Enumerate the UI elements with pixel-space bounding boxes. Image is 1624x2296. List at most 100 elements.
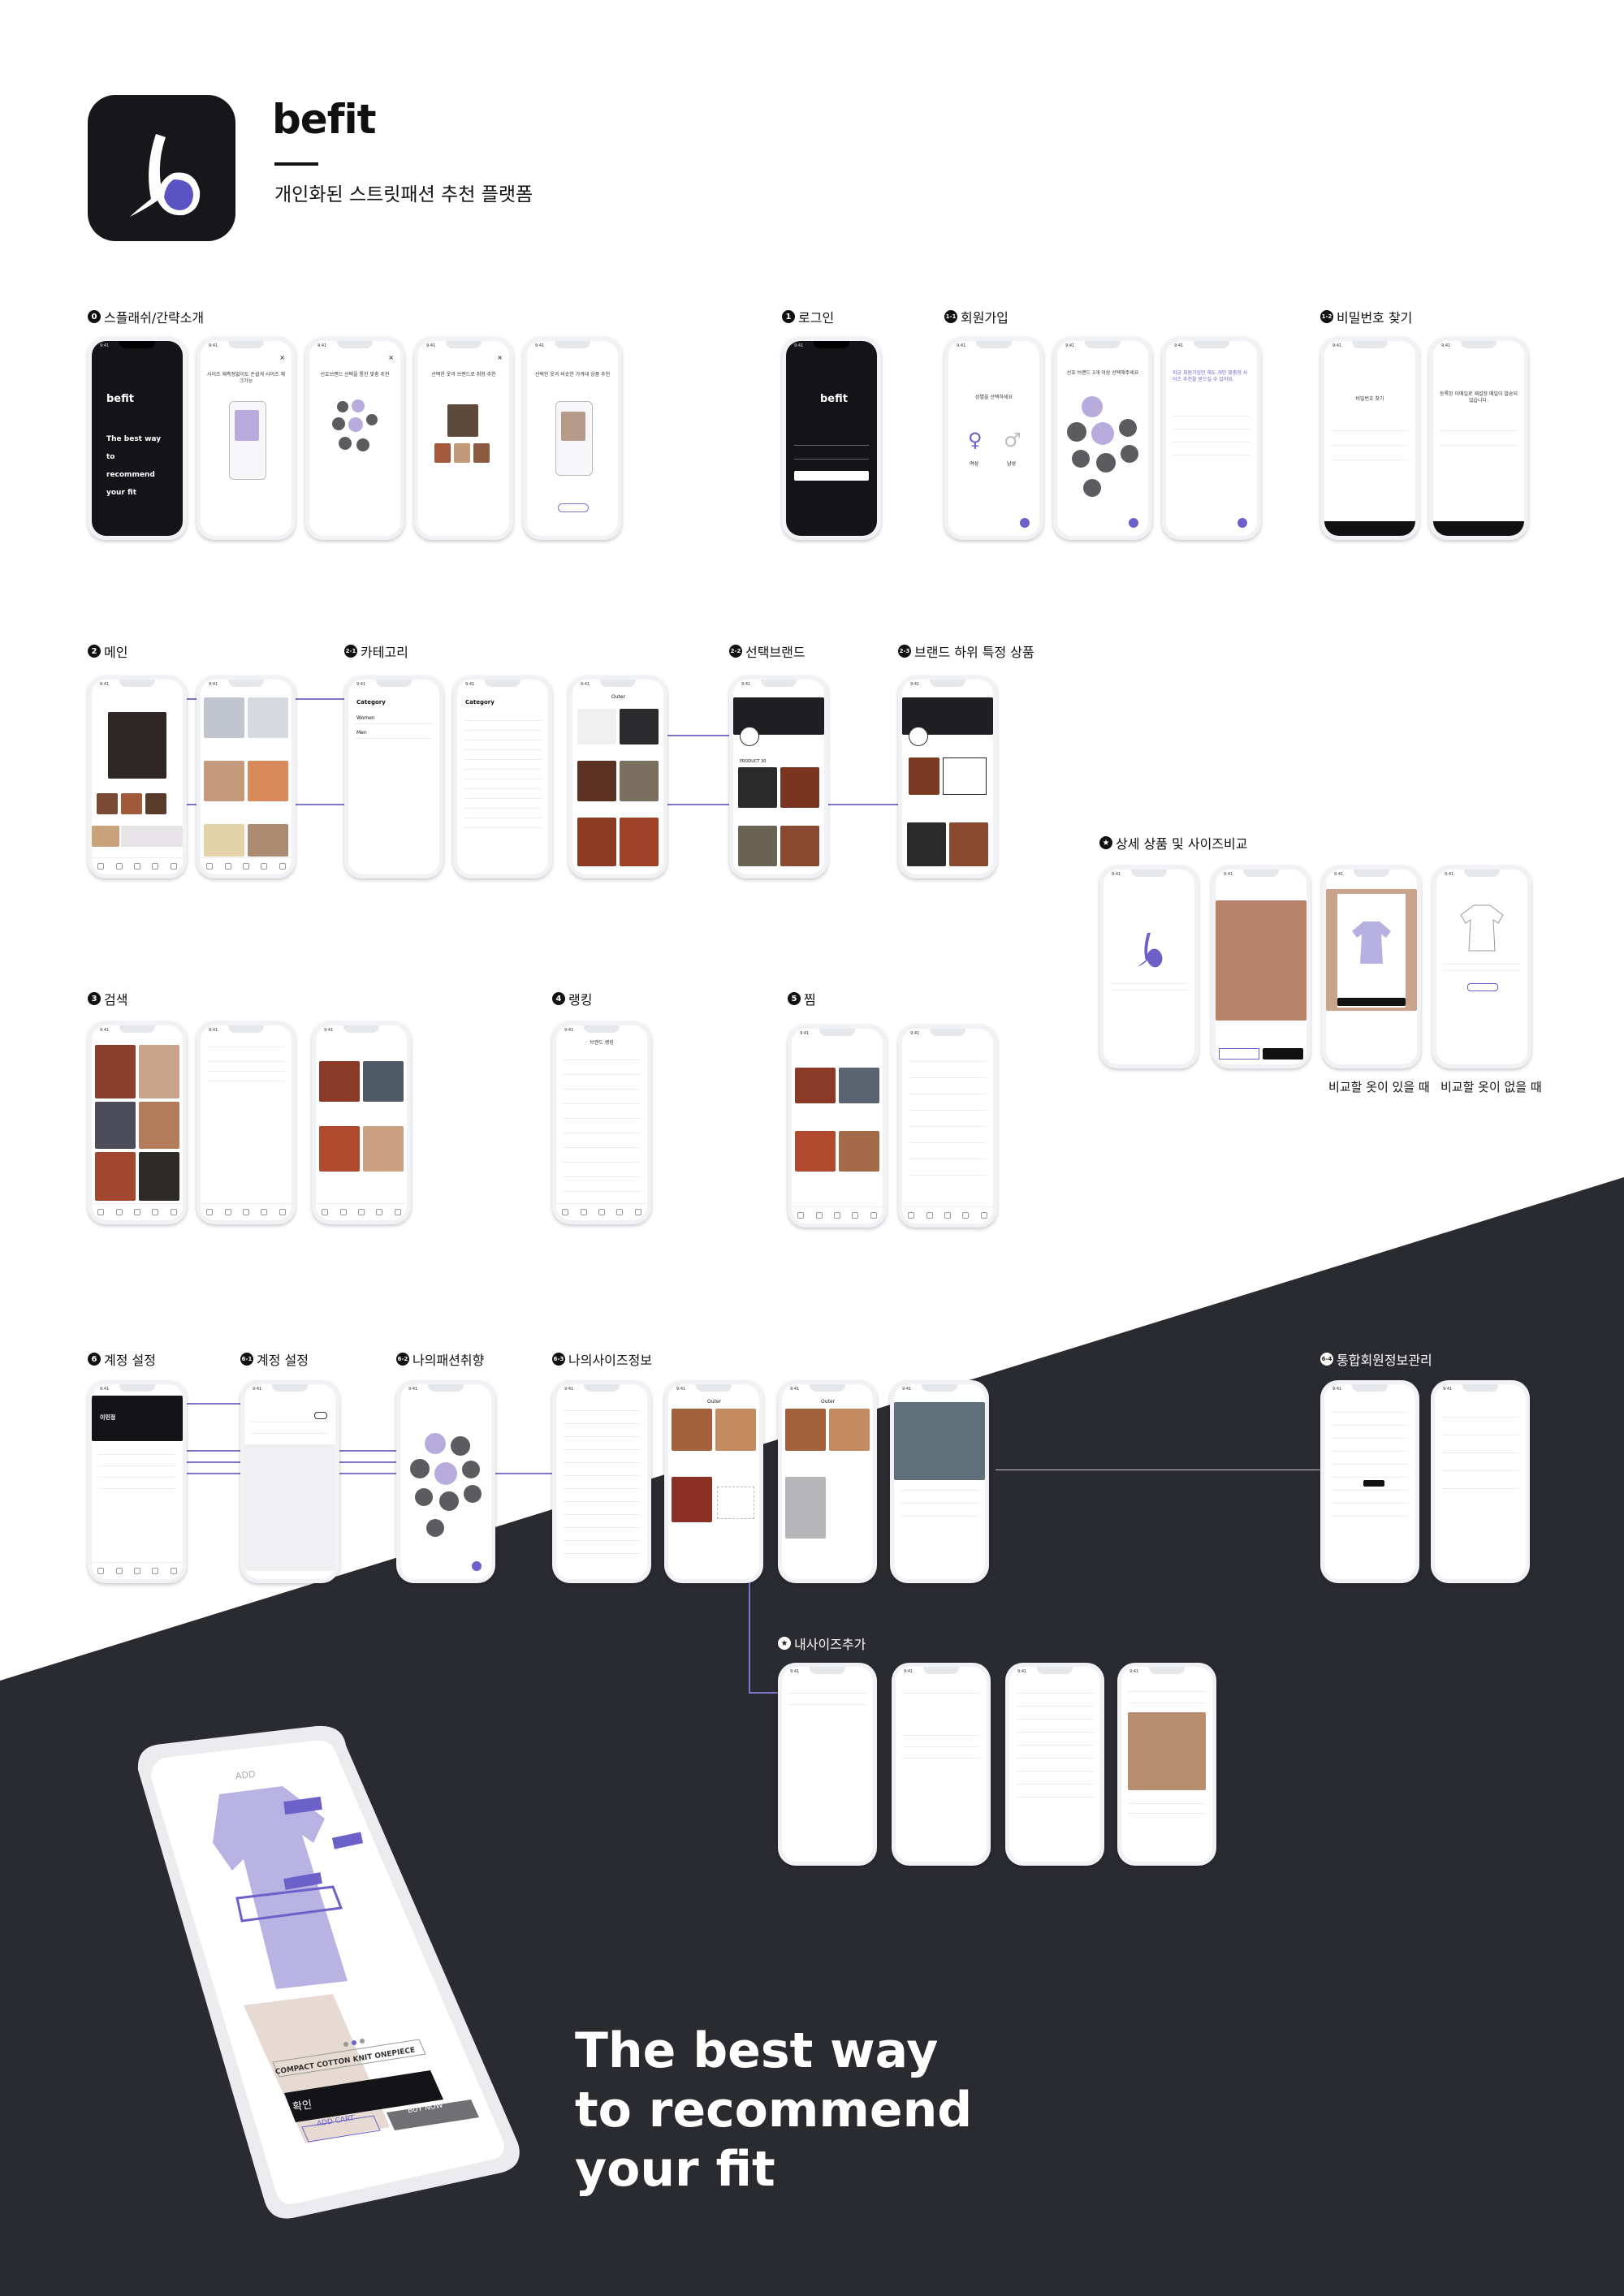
splash-logo: befit: [106, 393, 134, 405]
intro-text-3: 선택한 옷과 브랜드로 취향 추천: [431, 372, 496, 378]
section-like: 5찜: [788, 989, 816, 1008]
next-button[interactable]: [1237, 518, 1247, 528]
close-icon[interactable]: ×: [279, 354, 285, 361]
find-pw-message: 등록된 이메일로 재설정 메일이 발송되었습니다.: [1440, 391, 1518, 404]
mini-phone: [229, 401, 266, 480]
section-find-password: 1-2 비밀번호 찾기: [1320, 310, 1413, 326]
intro-text-4: 선택한 옷과 비슷한 가격대 상품 추천: [534, 372, 611, 378]
phone-intro-3: 9:41 × 선택한 옷과 브랜드로 취향 추천: [414, 337, 513, 540]
phone-add-size-2: 9:41: [892, 1663, 991, 1866]
confirm-button[interactable]: [1433, 521, 1524, 536]
next-button[interactable]: [1129, 518, 1138, 528]
phone-like-2: 9:41: [898, 1025, 997, 1228]
close-icon[interactable]: ×: [388, 354, 394, 361]
login-logo: befit: [820, 393, 848, 405]
phone-outer: 9:41 Outer: [568, 675, 667, 878]
confirm-button[interactable]: [1324, 521, 1415, 536]
caption-without-compare: 비교할 옷이 없을 때: [1440, 1080, 1542, 1094]
section-mysize: 6-3 나의사이즈정보: [552, 1353, 653, 1368]
phone-member-2: 9:41: [1431, 1380, 1530, 1583]
brand-subtitle: 개인화된 스트릿패션 추천 플랫폼: [274, 184, 533, 205]
phone-intro-1: 9:41 × 사이즈 재측정없이도 손쉽게 사이즈 체크가능: [197, 337, 296, 540]
intro-text-1: 사이즈 재측정없이도 손쉽게 사이즈 체크가능: [207, 372, 285, 384]
male-icon[interactable]: ♂: [1004, 429, 1021, 451]
phone-mysize-list: 9:41: [552, 1380, 651, 1583]
start-button[interactable]: [558, 503, 589, 512]
section-splash: 0 스플래쉬/간략소개: [88, 307, 204, 326]
brand-name: befit: [272, 96, 376, 143]
add-cart-button[interactable]: [1219, 1048, 1259, 1060]
phone-detail-product: 9:41: [1212, 865, 1311, 1068]
phone-account: 9:41 이민정: [88, 1380, 187, 1583]
phone-intro-2: 9:41 × 선호브랜드 선택을 통한 맞춤 추천: [305, 337, 404, 540]
section-add-size: ★ 내사이즈추가: [778, 1634, 866, 1653]
section-search: 3 검색: [88, 989, 127, 1008]
phone-member-1: 9:41: [1320, 1380, 1419, 1583]
toggle-switch[interactable]: [314, 1412, 327, 1419]
phone-signup-gender: 9:41 성별을 선택하세요 ♀ ♂ 여성 남성: [944, 337, 1043, 540]
section-main: 2 메인: [88, 641, 127, 661]
phone-add-size-1: 9:41: [778, 1663, 877, 1866]
section-signup: 1-1 회원가입: [944, 310, 1009, 326]
phone-login: 9:41 befit: [782, 337, 881, 540]
section-brand: 2-2 선택브랜드: [729, 645, 806, 660]
caption-with-compare: 비교할 옷이 있을 때: [1328, 1080, 1430, 1094]
phone-main-1: 9:41: [88, 675, 187, 878]
hero-phone: 확인 COMPACT COTTON KNIT ONEPIECE ADD CART…: [122, 1721, 552, 2225]
close-icon[interactable]: ×: [497, 354, 503, 361]
next-button[interactable]: [472, 1561, 482, 1571]
section-brand-item: 2-3 브랜드 하위 특정 상품: [898, 645, 1034, 660]
phone-search-1: 9:41: [88, 1021, 187, 1224]
phone-category-2: 9:41 Category: [453, 675, 552, 878]
account-name: 이민정: [100, 1414, 116, 1421]
phone-find-password: 9:41 비밀번호 찾기: [1320, 337, 1419, 540]
phone-brand-item: 9:41: [898, 675, 997, 878]
section-account: 6 계정 설정: [88, 1349, 156, 1369]
confirm-button[interactable]: [1337, 998, 1406, 1006]
phone-add-size-4: 9:41: [1117, 1663, 1216, 1866]
login-button[interactable]: [794, 471, 869, 481]
befit-logo-icon: [1138, 933, 1163, 968]
section-taste: 6-2 나의패션취향: [396, 1353, 485, 1368]
phone-search-3: 9:41: [312, 1021, 411, 1224]
phone-signup-brand: 9:41 선호 브랜드 3개 이상 선택해주세요: [1053, 337, 1152, 540]
section-ranking: 4 랭킹: [552, 989, 592, 1008]
phone-mysize-detail: 9:41: [890, 1380, 989, 1583]
section-member: 6-4 통합회원정보관리: [1320, 1353, 1432, 1368]
tagline-line-1: The best way: [575, 2022, 939, 2079]
phone-main-2: 9:41: [197, 675, 296, 878]
phone-like-1: 9:41: [788, 1025, 887, 1228]
phone-signup-info: 9:41 지금 회원가입만 해도 개인 맞춤형 사이즈 추천을 받으실 수 있어…: [1162, 337, 1261, 540]
gender-title: 성별을 선택하세요: [974, 395, 1013, 400]
phone-mysize-outer-1: 9:41 Outer: [664, 1380, 763, 1583]
section-login: 1 로그인: [782, 307, 834, 326]
intro-text-2: 선호브랜드 선택을 통한 맞춤 추천: [320, 372, 390, 378]
hero-confirm-label[interactable]: 확인: [292, 2095, 313, 2114]
section-account-2: 6-1 계정 설정: [240, 1353, 309, 1368]
tagline-line-2: to recommend: [575, 2082, 973, 2138]
phone-intro-4: 9:41 선택한 옷과 비슷한 가격대 상품 추천: [523, 337, 622, 540]
female-icon[interactable]: ♀: [968, 429, 983, 451]
buy-now-button[interactable]: [1263, 1048, 1303, 1060]
phone-mysize-outer-2: 9:41 Outer: [778, 1380, 877, 1583]
tagline-line-3: your fit: [575, 2141, 775, 2198]
phone-find-password-sent: 9:41 등록된 이메일로 재설정 메일이 발송되었습니다.: [1429, 337, 1528, 540]
next-button[interactable]: [1020, 518, 1030, 528]
phone-splash: 9:41 befit The best way to recommend you…: [88, 337, 187, 540]
category-men[interactable]: Men: [356, 730, 367, 736]
phone-account-2: 9:41: [240, 1380, 339, 1583]
phone-size-compare-without: 9:41: [1432, 865, 1531, 1068]
find-pw-title: 비밀번호 찾기: [1355, 396, 1384, 402]
phone-taste: 9:41: [396, 1380, 495, 1583]
outer-title: Outer: [611, 694, 626, 700]
category-women[interactable]: Women: [356, 715, 375, 721]
phone-size-compare-with: 9:41: [1322, 865, 1421, 1068]
phone-search-2: 9:41: [197, 1021, 296, 1224]
phone-add-size-3: 9:41: [1005, 1663, 1104, 1866]
phone-category-1: 9:41 Category Women Men: [344, 675, 443, 878]
section-detail: ★ 상세 상품 및 사이즈비교: [1099, 833, 1247, 852]
phone-brand: 9:41 PRODUCT 30: [729, 675, 828, 878]
befit-logo-icon: [130, 134, 201, 217]
hero-add-title: ADD: [235, 1768, 257, 1782]
splash-tagline: The best way to recommend your fit: [106, 435, 162, 497]
